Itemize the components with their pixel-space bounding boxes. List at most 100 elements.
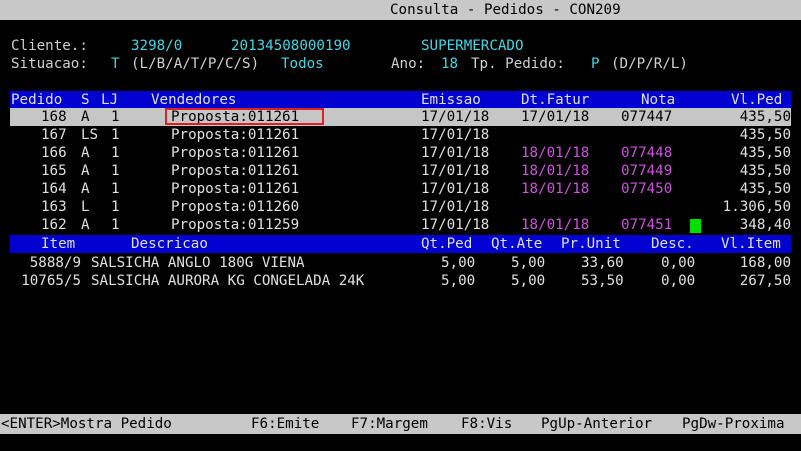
order-pedido: 167: [41, 127, 67, 143]
order-lj: 1: [111, 109, 120, 125]
order-vl-ped: 435,50: [739, 145, 791, 161]
order-dt-fatur: 18/01/18: [521, 217, 590, 233]
cliente-cnpj: 20134508000190: [231, 38, 351, 54]
order-vl-ped: 1.306,50: [722, 199, 791, 215]
order-vl-ped: 435,50: [739, 127, 791, 143]
item-descricao: SALSICHA AURORA KG CONGELADA 24K: [91, 273, 365, 289]
order-vl-ped: 435,50: [739, 163, 791, 179]
col-dt-fatur: Dt.Fatur: [521, 92, 590, 108]
col-vl-ped: Vl.Ped: [731, 92, 783, 108]
situacao-options: (L/B/A/T/P/C/S): [131, 56, 260, 72]
situacao-field[interactable]: T: [111, 55, 120, 73]
col-pr-unit: Pr.Unit: [561, 236, 621, 252]
cursor-marker: [690, 219, 701, 233]
order-dt-fatur: 18/01/18: [521, 145, 590, 161]
items-header-bar: Item Descricao Qt.Ped Qt.Ate Pr.Unit Des…: [10, 235, 791, 253]
col-desc: Desc.: [651, 236, 694, 252]
order-pedido: 166: [41, 145, 67, 161]
item-code: 5888/9: [29, 255, 81, 271]
col-qt-ate: Qt.Ate: [491, 236, 543, 252]
title-bar: Consulta - Pedidos - CON209: [0, 0, 801, 20]
item-vl-item: 168,00: [739, 255, 791, 271]
order-vendedor: Proposta:011261: [171, 163, 300, 179]
order-vl-ped: 435,50: [739, 181, 791, 197]
order-dt-fatur: 18/01/18: [521, 163, 590, 179]
tp-pedido-label: Tp. Pedido:: [471, 56, 565, 72]
window-title: Consulta - Pedidos - CON209: [390, 2, 621, 18]
col-qt-ped: Qt.Ped: [421, 236, 473, 252]
tp-pedido-field[interactable]: P: [591, 55, 600, 73]
order-emissao: 17/01/18: [421, 217, 490, 233]
orders-header-bar: Pedido S LJ Vendedores Emissao Dt.Fatur …: [10, 91, 791, 109]
order-lj: 1: [111, 217, 120, 233]
order-status: L: [81, 199, 90, 215]
item-pr-unit: 53,50: [581, 273, 624, 289]
col-descricao: Descricao: [131, 236, 208, 252]
order-status: A: [81, 181, 90, 197]
situacao-label: Situacao:: [11, 56, 88, 72]
order-pedido: 164: [41, 181, 67, 197]
situacao-desc: Todos: [281, 56, 324, 72]
cliente-name: SUPERMERCADO: [421, 38, 524, 54]
order-lj: 1: [111, 163, 120, 179]
order-vendedor: Proposta:011261: [171, 127, 300, 143]
order-pedido: 163: [41, 199, 67, 215]
ano-label: Ano:: [391, 56, 426, 72]
order-emissao: 17/01/18: [421, 181, 490, 197]
item-descricao: SALSICHA ANGLO 180G VIENA: [91, 255, 305, 271]
ano-field[interactable]: 18: [441, 55, 458, 73]
order-dt-fatur: 18/01/18: [521, 181, 590, 197]
key-f7-margem[interactable]: F7:Margem: [351, 415, 428, 433]
order-lj: 1: [111, 127, 120, 143]
highlight-box: [165, 108, 324, 125]
item-pr-unit: 33,60: [581, 255, 624, 271]
order-dt-fatur: 17/01/18: [521, 109, 590, 125]
order-lj: 1: [111, 199, 120, 215]
col-s: S: [81, 92, 90, 108]
cliente-label: Cliente.:: [11, 38, 88, 54]
key-pgup-anterior[interactable]: PgUp-Anterior: [541, 415, 652, 433]
order-vl-ped: 348,40: [739, 217, 791, 233]
col-emissao: Emissao: [421, 92, 481, 108]
item-desc: 0,00: [661, 255, 696, 271]
order-vendedor: Proposta:011260: [171, 199, 300, 215]
key-f6-emite[interactable]: F6:Emite: [251, 415, 319, 433]
col-vl-item: Vl.Item: [721, 236, 781, 252]
order-status: A: [81, 217, 90, 233]
order-pedido: 162: [41, 217, 67, 233]
col-item: Item: [41, 236, 76, 252]
selected-row-highlight: [10, 108, 791, 126]
order-vendedor: Proposta:011261: [171, 145, 300, 161]
order-emissao: 17/01/18: [421, 109, 490, 125]
order-status: A: [81, 145, 90, 161]
order-lj: 1: [111, 181, 120, 197]
order-emissao: 17/01/18: [421, 163, 490, 179]
col-nota: Nota: [641, 92, 676, 108]
order-lj: 1: [111, 145, 120, 161]
item-code: 10765/5: [21, 273, 81, 289]
col-vendedores: Vendedores: [151, 92, 237, 108]
key-pgdw-proxima[interactable]: PgDw-Proxima: [682, 415, 785, 433]
item-desc: 0,00: [661, 273, 696, 289]
order-nota: 077449: [621, 163, 673, 179]
order-pedido: 165: [41, 163, 67, 179]
item-qt-ate: 5,00: [511, 273, 546, 289]
key-f8-vis[interactable]: F8:Vis: [461, 415, 512, 433]
col-lj: LJ: [101, 92, 119, 108]
item-vl-item: 267,50: [739, 273, 791, 289]
order-nota: 077447: [621, 109, 673, 125]
key-enter-mostra-pedido[interactable]: <ENTER>Mostra Pedido: [1, 415, 172, 433]
order-vendedor: Proposta:011259: [171, 217, 300, 233]
tp-pedido-options: (D/P/R/L): [611, 56, 688, 72]
order-nota: 077451: [621, 217, 673, 233]
function-key-bar: <ENTER>Mostra Pedido F6:Emite F7:Margem …: [0, 414, 801, 434]
order-emissao: 17/01/18: [421, 199, 490, 215]
cliente-code: 3298/0: [131, 38, 183, 54]
order-status: LS: [81, 127, 99, 143]
order-vl-ped: 435,50: [739, 109, 791, 125]
order-nota: 077450: [621, 181, 673, 197]
item-qt-ped: 5,00: [441, 273, 476, 289]
order-status: A: [81, 163, 90, 179]
order-emissao: 17/01/18: [421, 127, 490, 143]
order-nota: 077448: [621, 145, 673, 161]
